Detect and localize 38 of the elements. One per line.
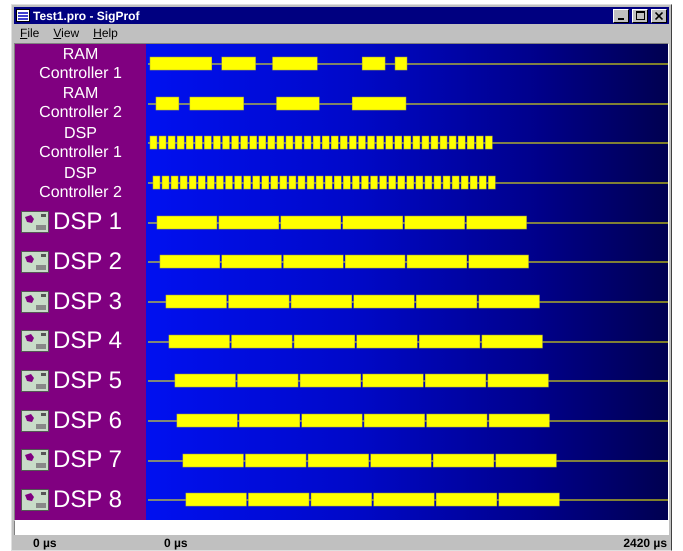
signal-label: DSP 1: [53, 208, 122, 236]
signal-label: Controller 1: [39, 64, 122, 83]
chip-icon: [21, 489, 49, 512]
close-button[interactable]: [651, 8, 667, 22]
status-text: 0 µs: [164, 536, 189, 550]
menu-item[interactable]: Help: [87, 26, 124, 40]
chip-icon: [21, 290, 49, 313]
chip-icon: [21, 251, 49, 274]
chip-icon: [21, 449, 49, 472]
chip-icon: [21, 330, 49, 352]
signal-label: DSP 8: [53, 486, 122, 514]
signal-label: Controller 2: [39, 103, 122, 122]
chip-icon: [21, 370, 49, 392]
signal-label: DSP: [64, 164, 97, 183]
menu-item[interactable]: File: [14, 26, 46, 40]
signal-label: DSP 2: [53, 248, 122, 276]
signal-label: RAM: [62, 84, 98, 104]
signal-label: Controller 1: [39, 143, 122, 162]
signal-label: DSP 5: [53, 367, 122, 396]
signal-label: DSP 3: [53, 288, 122, 316]
minimize-icon: [618, 18, 624, 20]
chip-icon: [21, 410, 49, 432]
status-text: 2420 µs: [623, 536, 667, 550]
status-text: 0 µs: [32, 536, 58, 550]
maximize-button[interactable]: [632, 8, 648, 22]
app-icon: [16, 9, 30, 22]
signal-label: DSP 6: [53, 406, 122, 435]
menu-item[interactable]: View: [47, 26, 86, 40]
signal-label: DSP: [64, 124, 97, 144]
maximize-icon: [636, 11, 644, 20]
minimize-button[interactable]: [613, 8, 629, 22]
signal-label: RAM: [62, 44, 98, 64]
chip-icon: [21, 211, 49, 234]
window-title: Test1.pro - SigProf: [33, 8, 140, 22]
close-icon: [655, 12, 663, 20]
signal-label: DSP 7: [53, 446, 122, 474]
signal-label: DSP 4: [53, 327, 122, 356]
signal-label: Controller 2: [39, 182, 122, 202]
